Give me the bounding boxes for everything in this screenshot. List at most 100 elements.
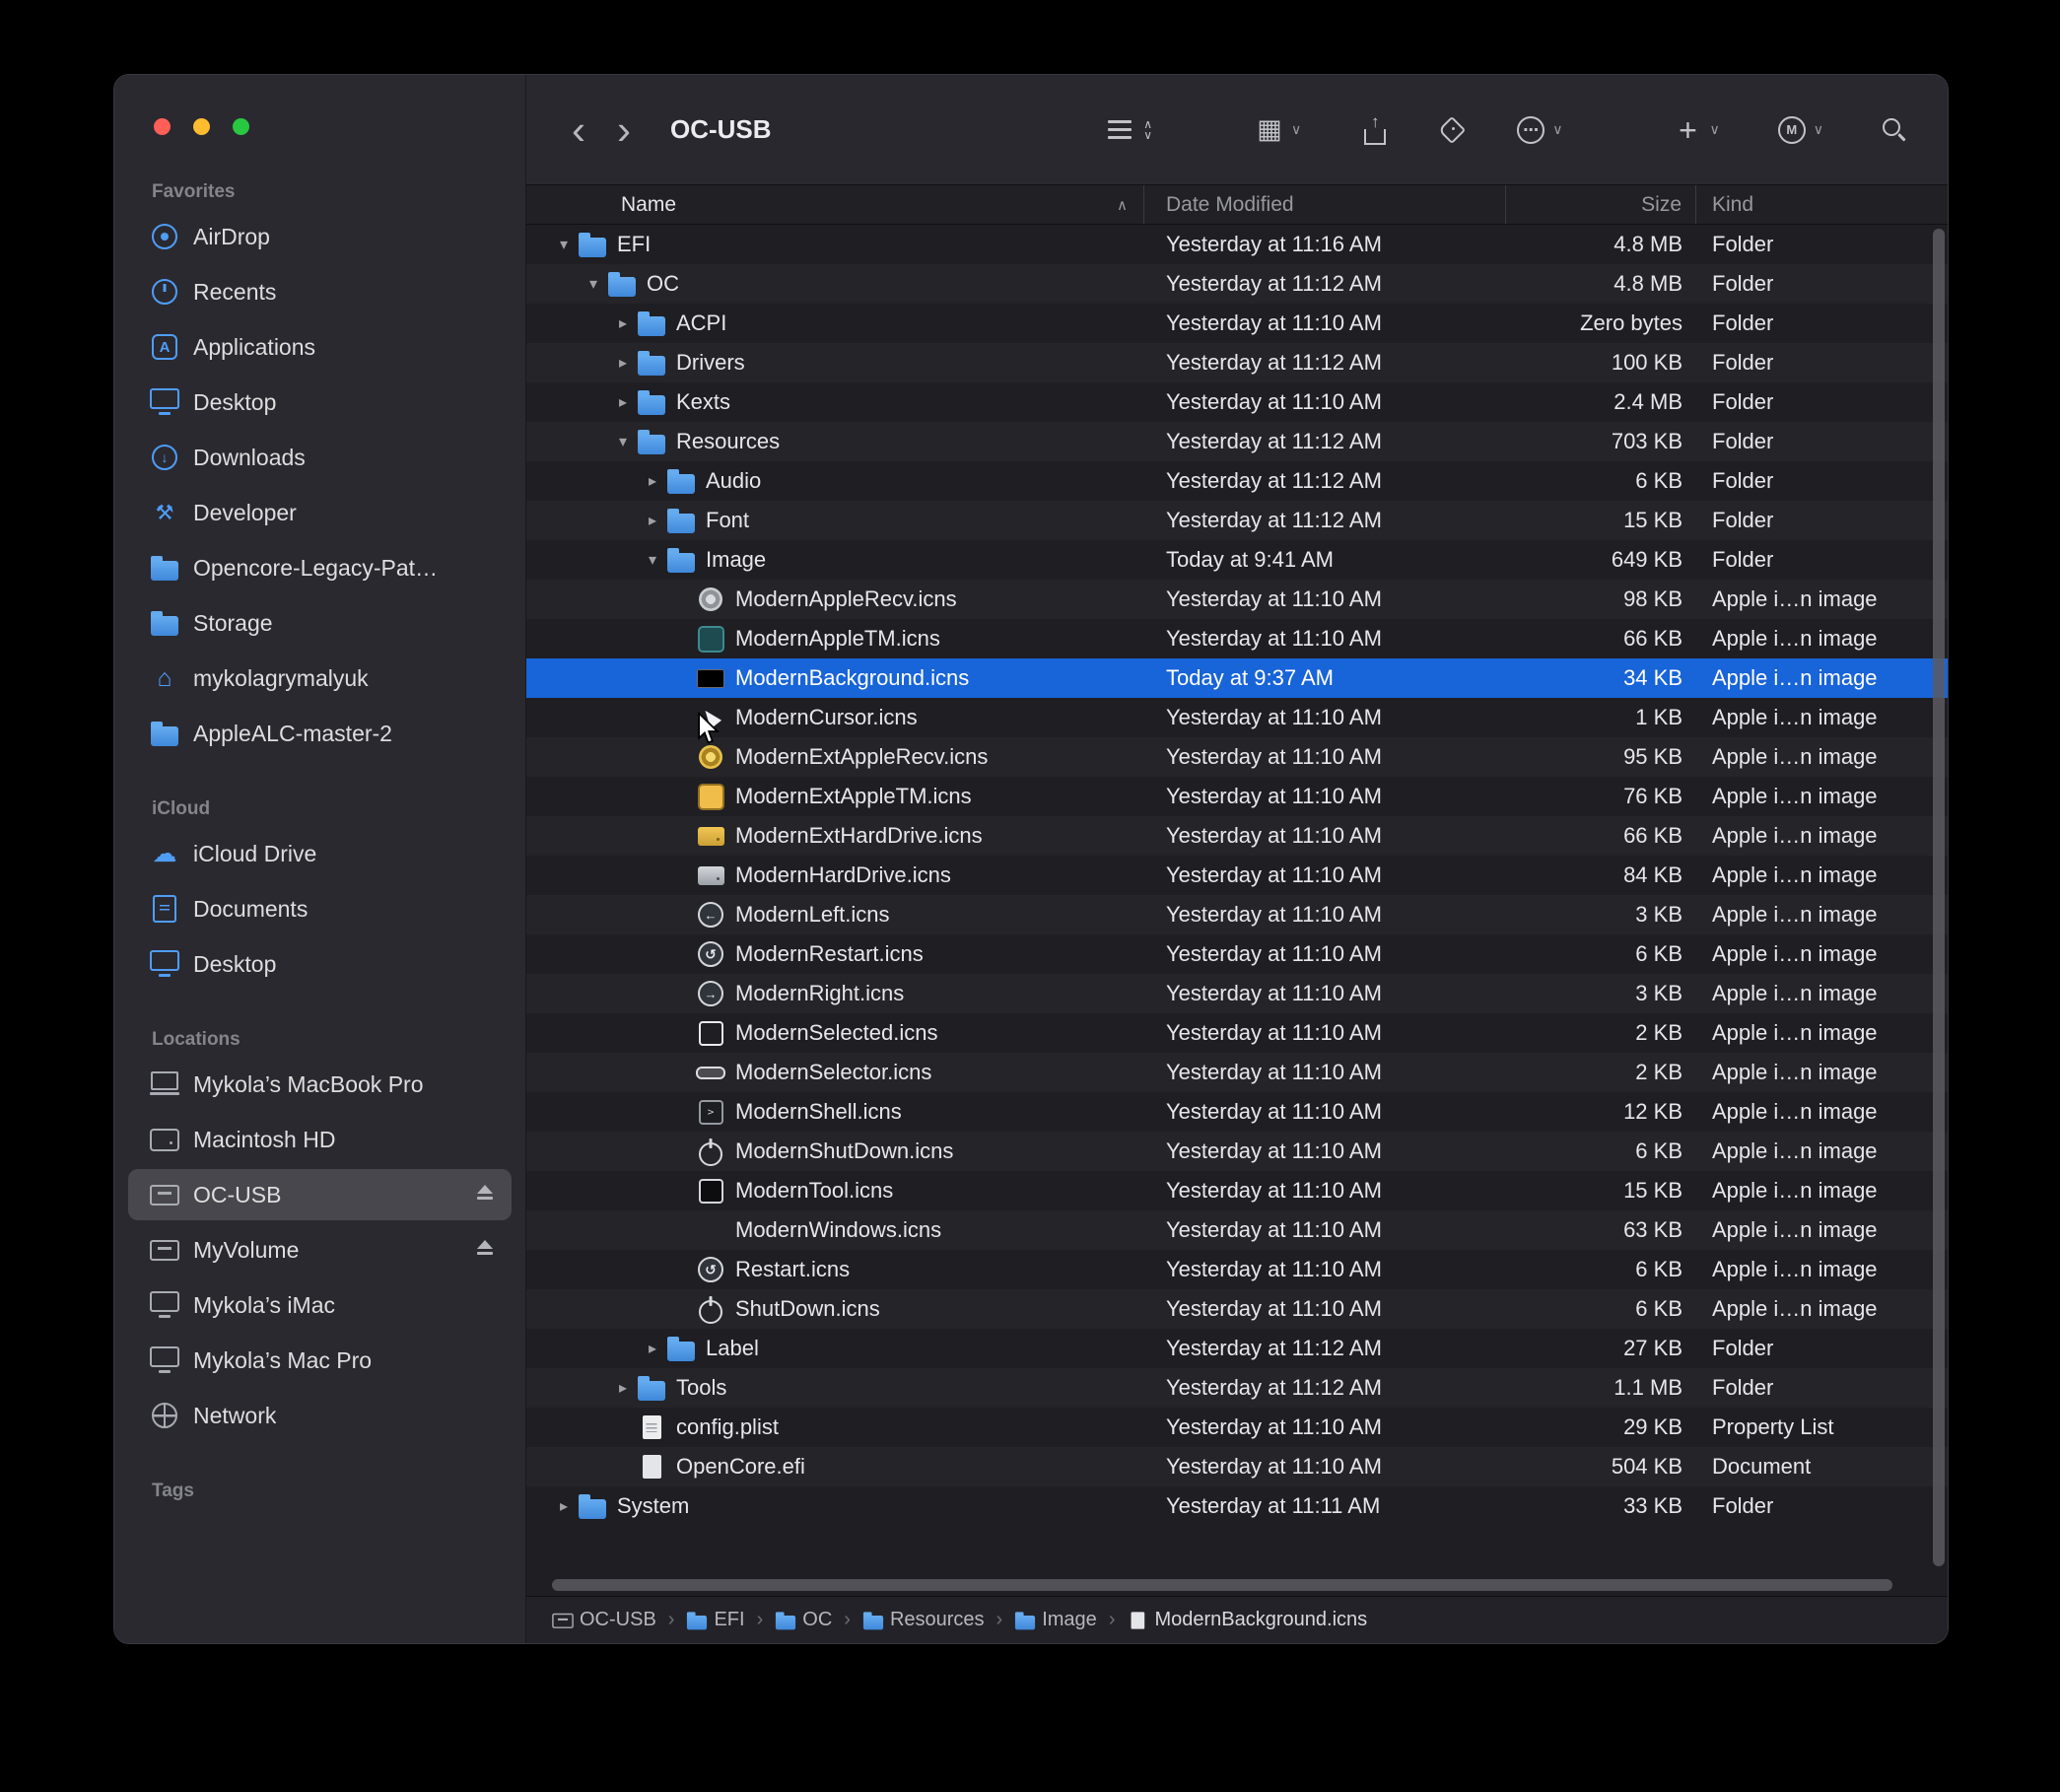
sidebar-item-network[interactable]: Network [128, 1390, 512, 1441]
disclosure-triangle[interactable]: ▾ [639, 550, 666, 570]
disclosure-triangle[interactable]: ▸ [639, 471, 666, 491]
more-button[interactable]: ∨ [1516, 115, 1562, 145]
file-row[interactable]: ModernWindows.icnsYesterday at 11:10 AM6… [526, 1210, 1948, 1250]
file-row[interactable]: Restart.icnsYesterday at 11:10 AM6 KBApp… [526, 1250, 1948, 1289]
file-row[interactable]: ModernTool.icnsYesterday at 11:10 AM15 K… [526, 1171, 1948, 1210]
sidebar-item-storage[interactable]: Storage [128, 597, 512, 649]
folder-icon [775, 1610, 796, 1631]
disclosure-triangle[interactable]: ▸ [550, 1496, 578, 1516]
eject-button[interactable] [470, 1180, 500, 1209]
file-row[interactable]: ▸ACPIYesterday at 11:10 AMZero bytesFold… [526, 304, 1948, 343]
file-row[interactable]: ModernLeft.icnsYesterday at 11:10 AM3 KB… [526, 895, 1948, 934]
disclosure-triangle[interactable]: ▾ [609, 432, 637, 451]
file-row[interactable]: ▸SystemYesterday at 11:11 AM33 KBFolder [526, 1486, 1948, 1526]
sidebar-item-label: Developer [193, 500, 297, 526]
file-row[interactable]: ModernHardDrive.icnsYesterday at 11:10 A… [526, 856, 1948, 895]
disclosure-triangle[interactable]: ▾ [550, 235, 578, 254]
sidebar-item-airdrop[interactable]: AirDrop [128, 211, 512, 262]
tag-button[interactable] [1437, 115, 1467, 145]
minimize-button[interactable] [193, 118, 210, 135]
file-row[interactable]: config.plistYesterday at 11:10 AM29 KBPr… [526, 1408, 1948, 1447]
file-row[interactable]: ▾ResourcesYesterday at 11:12 AM703 KBFol… [526, 422, 1948, 461]
file-row[interactable]: ModernAppleTM.icnsYesterday at 11:10 AM6… [526, 619, 1948, 658]
file-list: ▾EFIYesterday at 11:16 AM4.8 MBFolder▾OC… [526, 225, 1948, 1526]
disclosure-triangle[interactable]: ▸ [639, 1339, 666, 1358]
file-row[interactable]: ModernSelector.icnsYesterday at 11:10 AM… [526, 1053, 1948, 1092]
add-button[interactable]: ∨ [1674, 115, 1720, 145]
eject-button[interactable] [470, 1235, 500, 1265]
sidebar-item-recents[interactable]: Recents [128, 266, 512, 317]
file-name: ModernSelector.icns [735, 1060, 931, 1085]
file-row[interactable]: ModernBackground.icnsToday at 9:37 AM34 … [526, 658, 1948, 698]
close-button[interactable] [154, 118, 171, 135]
file-row[interactable]: ▾EFIYesterday at 11:16 AM4.8 MBFolder [526, 225, 1948, 264]
sidebar-item-applications[interactable]: Applications [128, 321, 512, 373]
file-name-cell: ModernAppleTM.icns [526, 619, 1144, 658]
path-item-oc[interactable]: OC [775, 1609, 832, 1631]
file-row[interactable]: ShutDown.icnsYesterday at 11:10 AM6 KBAp… [526, 1289, 1948, 1329]
column-header-kind[interactable]: Kind [1696, 185, 1948, 224]
column-header-size[interactable]: Size [1506, 185, 1696, 224]
path-item-modernbackground-icns[interactable]: ModernBackground.icns [1127, 1609, 1367, 1631]
file-row[interactable]: ▸DriversYesterday at 11:12 AM100 KBFolde… [526, 343, 1948, 382]
back-button[interactable] [556, 109, 601, 151]
column-header-date-modified[interactable]: Date Modified [1144, 185, 1506, 224]
disclosure-triangle[interactable]: ▸ [609, 1378, 637, 1398]
sidebar-item-mykola-s-imac[interactable]: Mykola’s iMac [128, 1279, 512, 1331]
file-row[interactable]: ModernSelected.icnsYesterday at 11:10 AM… [526, 1013, 1948, 1053]
horizontal-scrollbar[interactable] [552, 1579, 1892, 1591]
path-item-image[interactable]: Image [1014, 1609, 1097, 1631]
file-row[interactable]: ▸LabelYesterday at 11:12 AM27 KBFolder [526, 1329, 1948, 1368]
sidebar-item-downloads[interactable]: Downloads [128, 432, 512, 483]
sidebar-item-macintosh-hd[interactable]: Macintosh HD [128, 1114, 512, 1165]
sidebar-item-oc-usb[interactable]: OC-USB [128, 1169, 512, 1220]
sidebar-item-myvolume[interactable]: MyVolume [128, 1224, 512, 1275]
file-row[interactable]: ModernExtAppleRecv.icnsYesterday at 11:1… [526, 737, 1948, 777]
file-row[interactable]: ModernShutDown.icnsYesterday at 11:10 AM… [526, 1132, 1948, 1171]
path-item-resources[interactable]: Resources [862, 1609, 985, 1631]
sidebar-item-mykolagrymalyuk[interactable]: mykolagrymalyuk [128, 653, 512, 704]
path-item-oc-usb[interactable]: OC-USB [552, 1609, 656, 1631]
sidebar-item-icloud-drive[interactable]: iCloud Drive [128, 828, 512, 879]
file-row[interactable]: ModernRestart.icnsYesterday at 11:10 AM6… [526, 934, 1948, 974]
sidebar-item-mykola-s-macbook-pro[interactable]: Mykola’s MacBook Pro [128, 1059, 512, 1110]
file-row[interactable]: ModernExtAppleTM.icnsYesterday at 11:10 … [526, 777, 1948, 816]
search-button[interactable] [1879, 115, 1908, 145]
file-row[interactable]: ModernAppleRecv.icnsYesterday at 11:10 A… [526, 580, 1948, 619]
file-row[interactable]: ▸FontYesterday at 11:12 AM15 KBFolder [526, 501, 1948, 540]
disclosure-triangle[interactable]: ▸ [609, 353, 637, 373]
file-size: 98 KB [1506, 580, 1696, 619]
sidebar-item-opencore-legacy-pat[interactable]: Opencore-Legacy-Pat… [128, 542, 512, 593]
file-row[interactable]: ▸ToolsYesterday at 11:12 AM1.1 MBFolder [526, 1368, 1948, 1408]
file-name-cell: ModernExtHardDrive.icns [526, 816, 1144, 856]
account-button[interactable]: ∨ [1777, 115, 1823, 145]
file-row[interactable]: ▾ImageToday at 9:41 AM649 KBFolder [526, 540, 1948, 580]
file-row[interactable]: ModernShell.icnsYesterday at 11:10 AM12 … [526, 1092, 1948, 1132]
disclosure-triangle[interactable]: ▸ [609, 392, 637, 412]
zoom-button[interactable] [233, 118, 249, 135]
group-button[interactable]: ∨ [1255, 115, 1301, 145]
vertical-scrollbar[interactable] [1933, 229, 1945, 1566]
file-row[interactable]: ▸KextsYesterday at 11:10 AM2.4 MBFolder [526, 382, 1948, 422]
file-row[interactable]: ModernRight.icnsYesterday at 11:10 AM3 K… [526, 974, 1948, 1013]
file-row[interactable]: ModernCursor.icnsYesterday at 11:10 AM1 … [526, 698, 1948, 737]
disclosure-triangle[interactable]: ▸ [639, 511, 666, 530]
disclosure-triangle[interactable]: ▸ [609, 313, 637, 333]
sidebar-item-desktop[interactable]: Desktop [128, 938, 512, 990]
sidebar-item-developer[interactable]: Developer [128, 487, 512, 538]
path-item-efi[interactable]: EFI [686, 1609, 744, 1631]
sidebar-item-applealc-master-2[interactable]: AppleALC-master-2 [128, 708, 512, 759]
file-row[interactable]: ModernExtHardDrive.icnsYesterday at 11:1… [526, 816, 1948, 856]
file-row[interactable]: OpenCore.efiYesterday at 11:10 AM504 KBD… [526, 1447, 1948, 1486]
selector-pill-icon [696, 1058, 725, 1087]
forward-button[interactable] [601, 109, 647, 151]
column-header-name[interactable]: Name∧ [526, 185, 1144, 224]
file-row[interactable]: ▾OCYesterday at 11:12 AM4.8 MBFolder [526, 264, 1948, 304]
disclosure-triangle[interactable]: ▾ [580, 274, 607, 294]
sidebar-item-mykola-s-mac-pro[interactable]: Mykola’s Mac Pro [128, 1335, 512, 1386]
share-button[interactable] [1360, 113, 1390, 147]
file-row[interactable]: ▸AudioYesterday at 11:12 AM6 KBFolder [526, 461, 1948, 501]
sidebar-item-documents[interactable]: Documents [128, 883, 512, 934]
view-list-button[interactable]: ∧∨ [1105, 115, 1152, 145]
sidebar-item-desktop[interactable]: Desktop [128, 377, 512, 428]
